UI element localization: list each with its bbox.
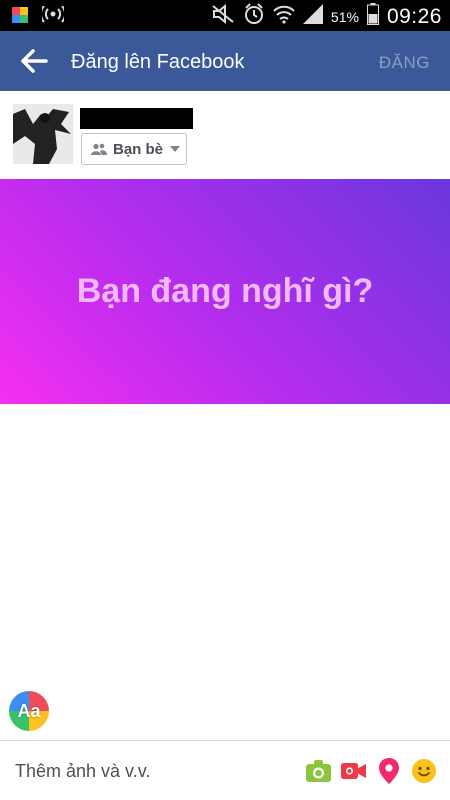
gallery-app-icon <box>12 7 28 28</box>
mute-icon <box>211 3 235 29</box>
bottom-toolbar: Thêm ảnh và v.v. <box>0 740 450 800</box>
app-bar: Đăng lên Facebook ĐĂNG <box>0 31 450 91</box>
page-title: Đăng lên Facebook <box>71 51 245 73</box>
photo-button[interactable] <box>306 758 331 783</box>
wifi-icon <box>273 4 295 29</box>
smiley-icon <box>411 758 436 783</box>
text-style-label: Aa <box>17 700 41 721</box>
status-composer[interactable]: Bạn đang nghĩ gì? <box>0 179 450 404</box>
signal-icon <box>302 4 323 29</box>
camera-icon <box>306 759 331 782</box>
text-style-button[interactable]: Aa <box>9 691 49 731</box>
video-camera-icon <box>341 762 366 779</box>
location-pin-icon <box>378 757 399 784</box>
add-to-post-label[interactable]: Thêm ảnh và v.v. <box>15 761 150 782</box>
alarm-icon <box>243 3 265 30</box>
battery-percent: 51% <box>330 8 359 25</box>
back-arrow-icon <box>21 49 48 73</box>
audience-selector[interactable]: Bạn bè <box>81 133 187 165</box>
avatar[interactable] <box>13 104 73 164</box>
video-button[interactable] <box>341 758 366 783</box>
feeling-button[interactable] <box>411 758 436 783</box>
hotspot-icon <box>40 5 66 29</box>
battery-icon <box>366 3 379 30</box>
location-button[interactable] <box>376 757 401 784</box>
audience-label: Bạn bè <box>113 140 164 158</box>
chevron-down-icon <box>170 146 181 152</box>
profile-row: Bạn bè <box>0 91 450 179</box>
user-name-redacted <box>80 108 193 129</box>
clock: 09:26 <box>386 4 442 28</box>
composer-placeholder: Bạn đang nghĩ gì? <box>76 272 374 310</box>
back-button[interactable] <box>20 47 50 75</box>
status-bar: 51% 09:26 <box>0 0 450 31</box>
post-button[interactable]: ĐĂNG <box>379 53 430 73</box>
friends-icon <box>91 143 107 155</box>
